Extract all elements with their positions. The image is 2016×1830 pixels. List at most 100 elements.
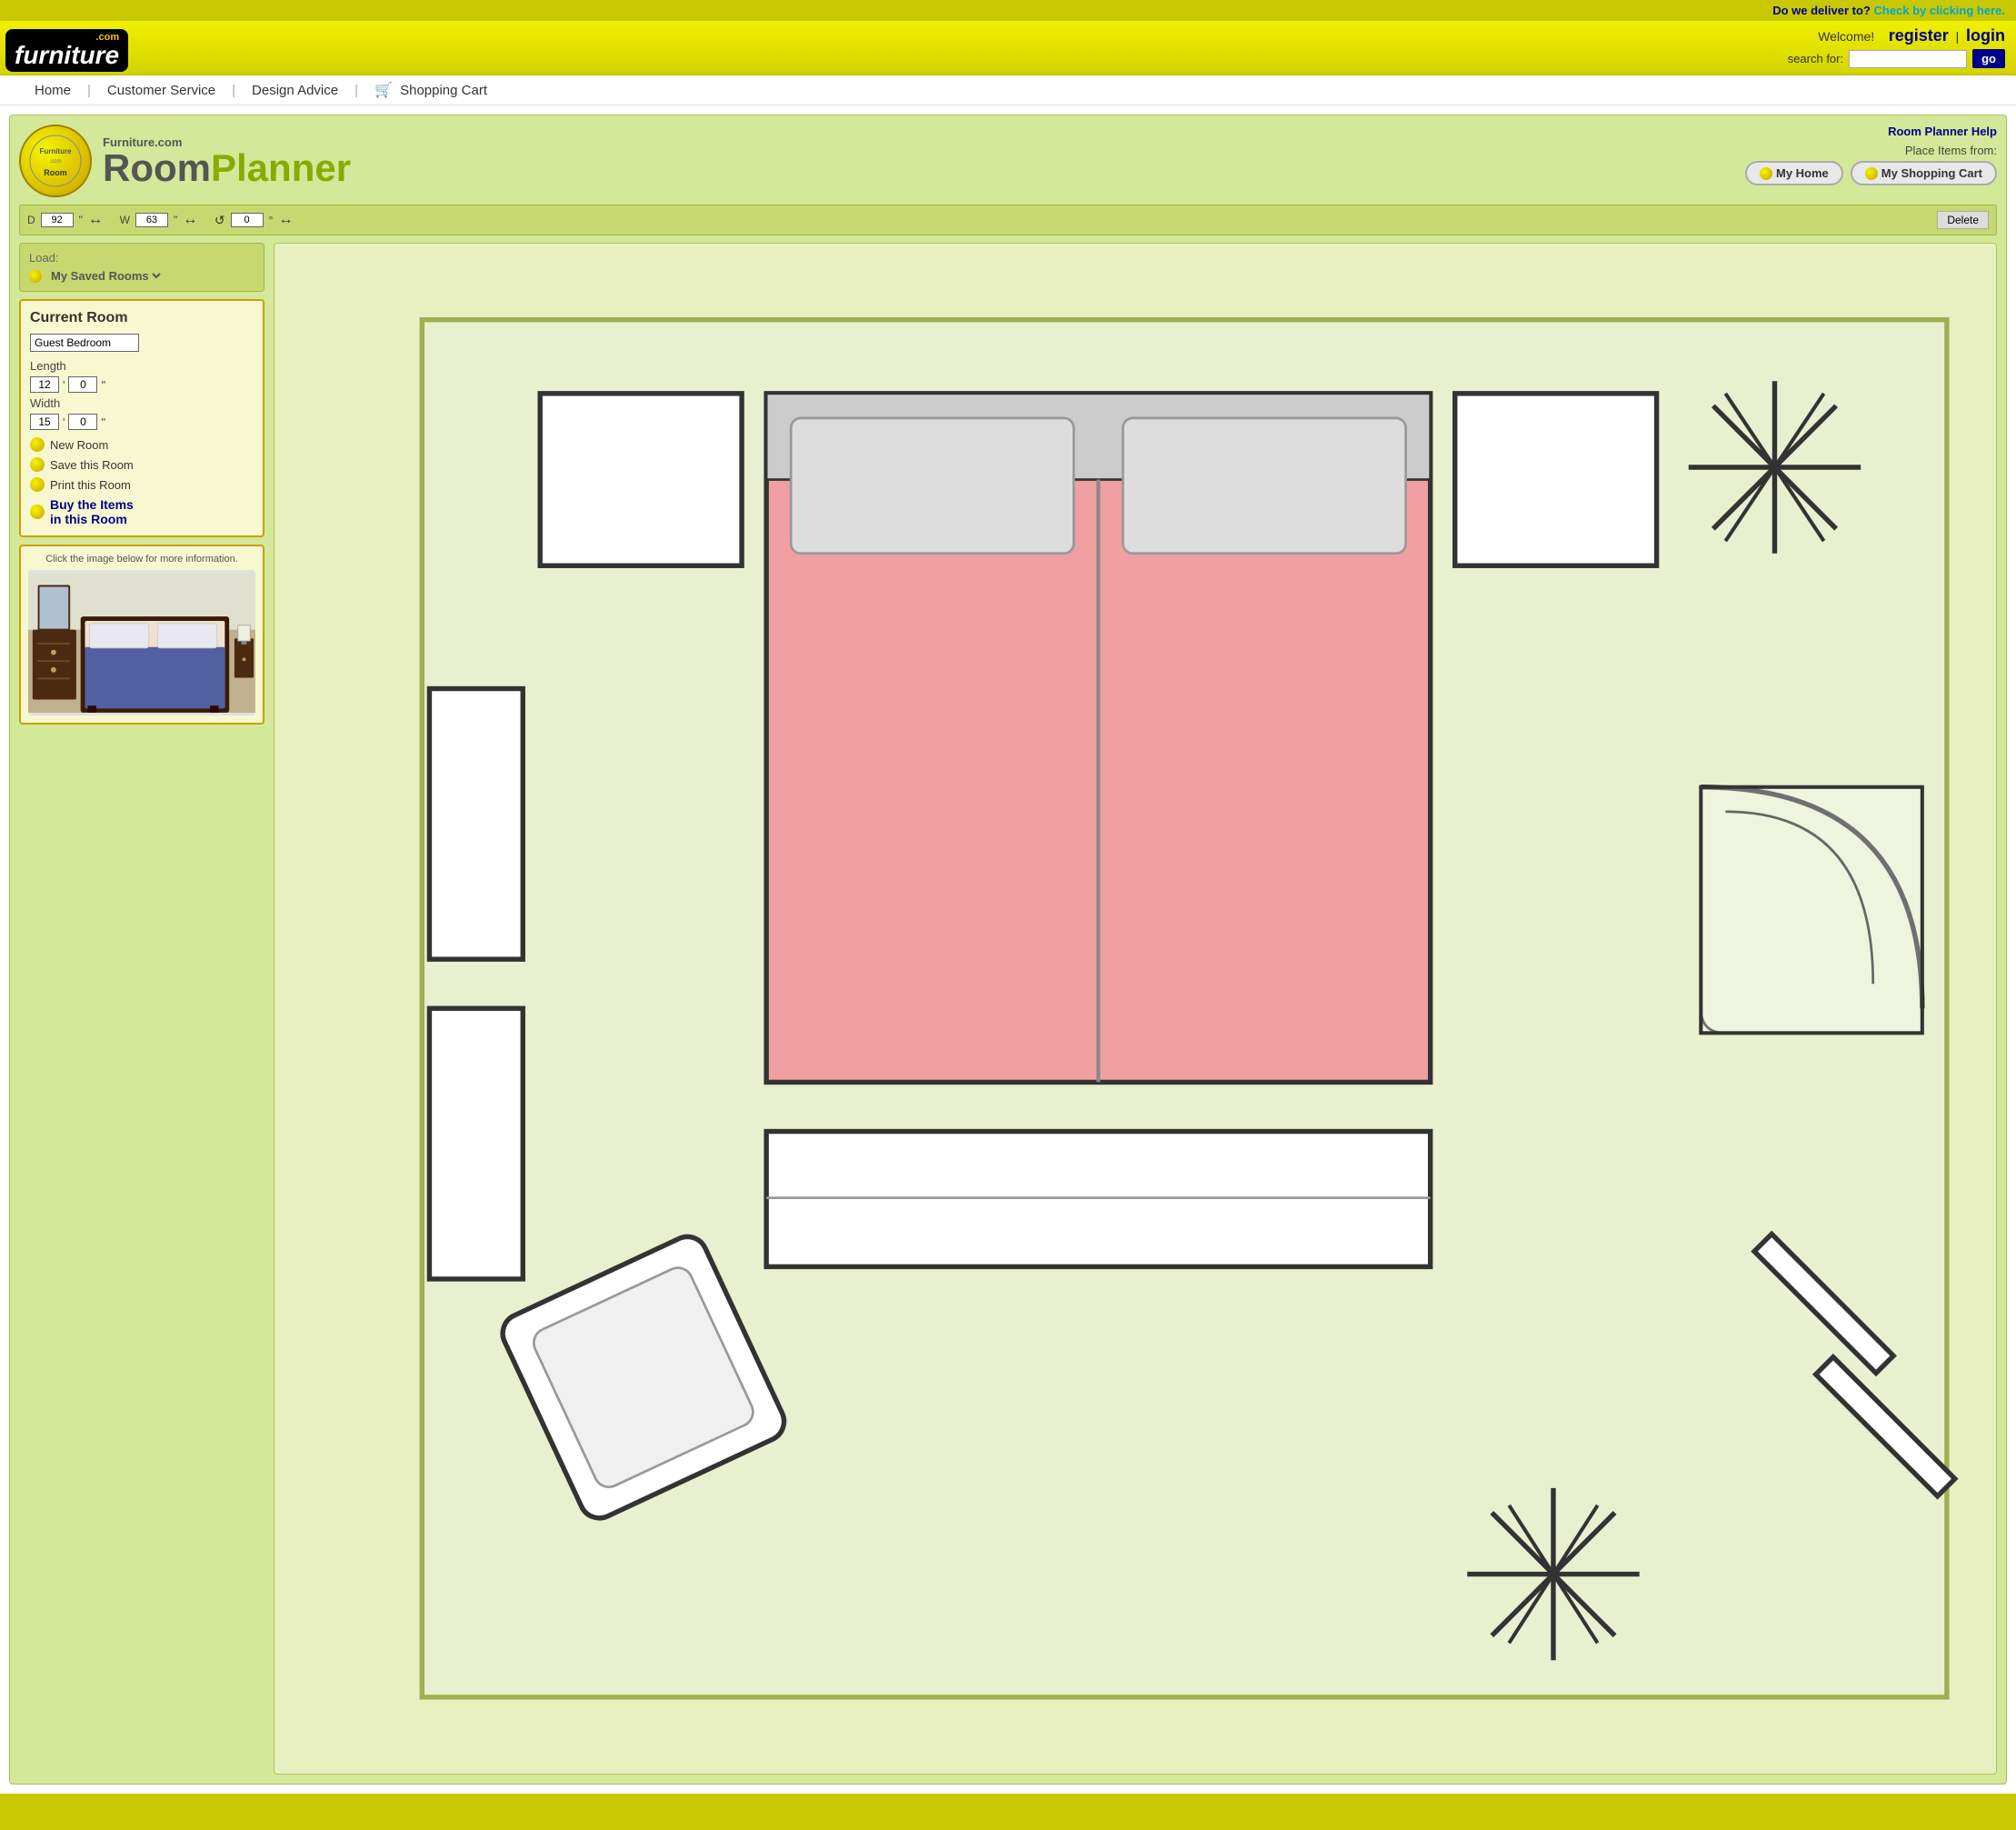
w-input[interactable] (135, 213, 168, 227)
welcome-text: Welcome! (1818, 29, 1874, 44)
planner-main-row: Load: My Saved Rooms Current Room Leng (19, 243, 1997, 1775)
header-top: .com furniture Welcome! register | login… (0, 21, 2016, 74)
load-dropdown: My Saved Rooms (29, 268, 254, 284)
register-link[interactable]: register (1889, 26, 1949, 45)
go-button[interactable]: go (1972, 49, 2005, 68)
room-canvas[interactable] (274, 243, 1997, 1775)
load-label: Load: (29, 251, 254, 265)
length-label: Length (30, 359, 66, 373)
furniture-logo[interactable]: furniture (15, 43, 119, 68)
d-arrow-icon: ↔ (88, 212, 103, 228)
footer (0, 1794, 2016, 1830)
rotate-icon[interactable]: ↺ (215, 213, 225, 228)
width-ft-input[interactable] (30, 414, 59, 430)
new-room-label: New Room (50, 438, 108, 452)
left-panel: Load: My Saved Rooms Current Room Leng (19, 243, 264, 1775)
nav-bar: Home | Customer Service | Design Advice … (0, 74, 2016, 105)
search-label: search for: (1788, 52, 1843, 65)
planner-header: Furniture .com Room Furniture.com RoomPl… (19, 125, 1997, 197)
nav-item-customer-service[interactable]: Customer Service (91, 83, 232, 98)
pipe-sep: | (1956, 29, 1960, 44)
w-arrow-icon: ↔ (183, 212, 197, 228)
welcome-line: Welcome! register | login (1788, 26, 2005, 45)
place-items-label: Place Items from: (1745, 144, 1997, 157)
nav-item-shopping-cart[interactable]: 🛒 Shopping Cart (358, 81, 504, 99)
planner-logo: Furniture .com Room Furniture.com RoomPl… (19, 125, 351, 197)
place-items-buttons: My Home My Shopping Cart (1745, 161, 1997, 185)
buy-items-dot (30, 505, 45, 519)
svg-text:Room: Room (44, 168, 67, 177)
current-room-title: Current Room (30, 310, 254, 326)
header: .com furniture Welcome! register | login… (0, 21, 2016, 74)
bed-image-svg (28, 570, 255, 715)
d-input[interactable] (41, 213, 74, 227)
length-ft-unit: ' (63, 378, 65, 392)
product-image[interactable] (28, 570, 255, 715)
w-label: W (120, 214, 130, 226)
rotate-input[interactable] (231, 213, 264, 227)
width-in-unit: " (101, 415, 105, 429)
load-select[interactable]: My Saved Rooms (47, 268, 164, 284)
controls-toolbar: D " ↔ W " ↔ ↺ ° ↔ Delete (19, 205, 1997, 235)
print-room-action[interactable]: Print this Room (30, 477, 254, 492)
print-room-dot (30, 477, 45, 492)
save-room-label: Save this Room (50, 458, 134, 472)
nav-item-design-advice[interactable]: Design Advice (235, 83, 354, 98)
planner-title: RoomPlanner (103, 149, 351, 187)
room-actions: New Room Save this Room Print this Room (30, 437, 254, 526)
width-inputs: ' " (30, 414, 254, 430)
length-row: Length (30, 359, 254, 373)
planner-circle-logo: Furniture .com Room (19, 125, 92, 197)
my-shopping-cart-button[interactable]: My Shopping Cart (1851, 161, 1997, 185)
w-unit: " (174, 214, 177, 226)
my-home-button[interactable]: My Home (1745, 161, 1843, 185)
search-input[interactable] (1849, 50, 1967, 68)
floor-plan-svg (274, 244, 1996, 1774)
length-in-input[interactable] (68, 376, 97, 393)
svg-text:Furniture: Furniture (39, 147, 72, 155)
main-content: Furniture .com Room Furniture.com RoomPl… (0, 105, 2016, 1794)
cart-icon: 🛒 (374, 83, 393, 98)
logo-box: .com furniture (5, 29, 128, 72)
buy-items-label: Buy the Itemsin this Room (50, 497, 134, 526)
width-in-input[interactable] (68, 414, 97, 430)
room-planner-container: Furniture .com Room Furniture.com RoomPl… (9, 115, 2007, 1785)
d-unit: " (79, 214, 83, 226)
save-room-dot (30, 457, 45, 472)
save-room-action[interactable]: Save this Room (30, 457, 254, 472)
d-label: D (27, 214, 35, 226)
load-section: Load: My Saved Rooms (19, 243, 264, 292)
planner-right: Room Planner Help Place Items from: My H… (1745, 125, 1997, 185)
nav-item-home[interactable]: Home (18, 83, 87, 98)
room-dimensions: Length ' " Width ' (30, 359, 254, 430)
new-room-action[interactable]: New Room (30, 437, 254, 452)
search-row: search for: go (1788, 49, 2005, 74)
nav-cart-label: Shopping Cart (400, 83, 487, 98)
new-room-dot (30, 437, 45, 452)
print-room-label: Print this Room (50, 478, 131, 492)
length-ft-input[interactable] (30, 376, 59, 393)
buy-items-action[interactable]: Buy the Itemsin this Room (30, 497, 254, 526)
planner-title-area: Furniture.com RoomPlanner (103, 135, 351, 187)
room-name-input[interactable] (30, 334, 139, 352)
planner-planner-word: Planner (211, 146, 351, 189)
logo-area: .com furniture (5, 29, 134, 72)
delivery-question: Do we deliver to? (1772, 4, 1871, 17)
login-link[interactable]: login (1966, 26, 2005, 45)
circle-logo-svg: Furniture .com Room (28, 134, 83, 188)
width-row: Width (30, 396, 254, 410)
rotate-unit: ° (269, 214, 274, 226)
my-cart-dot (1865, 167, 1878, 180)
my-cart-label: My Shopping Cart (1881, 166, 1982, 180)
product-hint: Click the image below for more informati… (28, 554, 255, 565)
length-inputs: ' " (30, 376, 254, 393)
delete-button[interactable]: Delete (1937, 211, 1989, 229)
delivery-link[interactable]: Check by clicking here. (1873, 4, 2005, 17)
my-home-label: My Home (1776, 166, 1829, 180)
my-home-dot (1760, 167, 1772, 180)
room-planner-help-link[interactable]: Room Planner Help (1745, 125, 1997, 138)
planner-room-word: Room (103, 146, 211, 189)
width-label: Width (30, 396, 60, 410)
current-room-panel: Current Room Length ' " Wid (19, 299, 264, 537)
length-in-unit: " (101, 378, 105, 392)
